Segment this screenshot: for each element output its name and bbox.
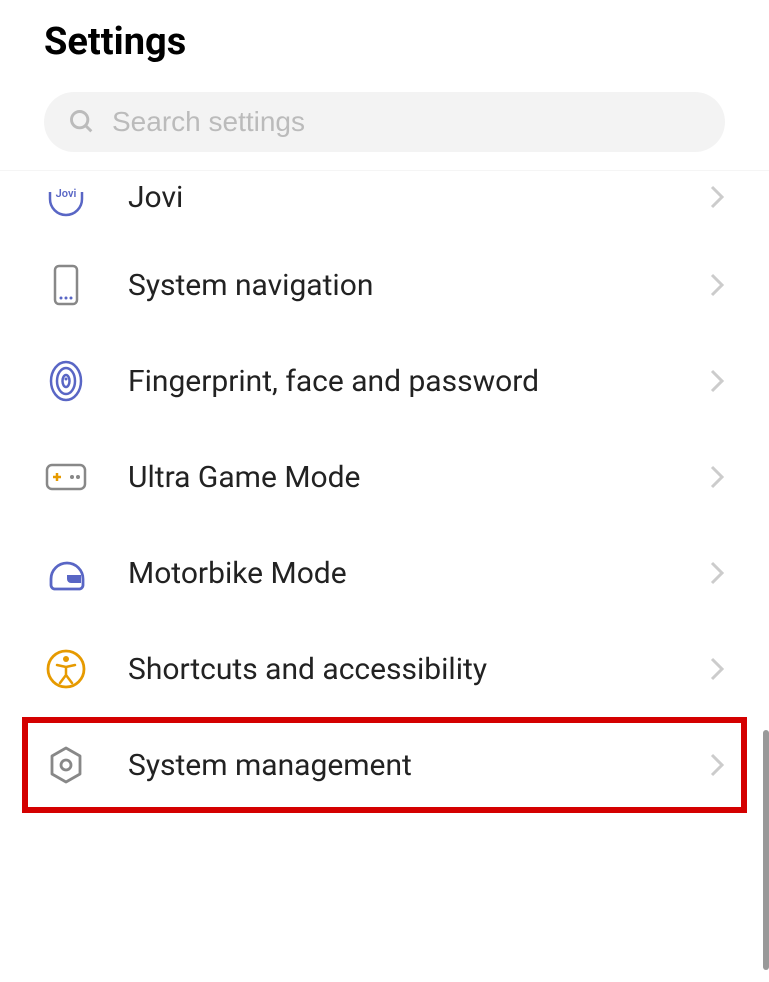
jovi-icon: Jovi (44, 175, 88, 219)
helmet-icon (44, 551, 88, 595)
item-label: System management (128, 748, 669, 783)
item-label: Jovi (128, 180, 669, 215)
item-label: Fingerprint, face and password (128, 364, 669, 399)
phone-icon (44, 263, 88, 307)
chevron-right-icon (709, 464, 725, 490)
item-label: Motorbike Mode (128, 556, 669, 591)
gamepad-icon (44, 455, 88, 499)
chevron-right-icon (709, 752, 725, 778)
item-label: System navigation (128, 268, 669, 303)
search-icon (68, 108, 96, 136)
settings-item-motorbike-mode[interactable]: Motorbike Mode (0, 525, 769, 621)
accessibility-icon (44, 647, 88, 691)
chevron-right-icon (709, 184, 725, 210)
settings-list: Jovi Jovi System navigation (0, 171, 769, 813)
svg-text:Jovi: Jovi (56, 187, 77, 200)
search-input[interactable] (112, 106, 701, 138)
item-label: Shortcuts and accessibility (128, 652, 669, 687)
search-box[interactable] (44, 92, 725, 152)
chevron-right-icon (709, 368, 725, 394)
fingerprint-icon (44, 359, 88, 403)
settings-item-fingerprint[interactable]: Fingerprint, face and password (0, 333, 769, 429)
chevron-right-icon (709, 272, 725, 298)
settings-item-jovi[interactable]: Jovi Jovi (0, 171, 769, 237)
chevron-right-icon (709, 656, 725, 682)
item-label: Ultra Game Mode (128, 460, 669, 495)
chevron-right-icon (709, 560, 725, 586)
header: Settings (0, 0, 769, 74)
settings-item-ultra-game-mode[interactable]: Ultra Game Mode (0, 429, 769, 525)
gear-icon (44, 743, 88, 787)
page-title: Settings (44, 20, 725, 64)
settings-item-system-management[interactable]: System management (22, 717, 747, 813)
settings-item-shortcuts[interactable]: Shortcuts and accessibility (0, 621, 769, 717)
scrollbar[interactable] (763, 730, 769, 970)
settings-item-system-navigation[interactable]: System navigation (0, 237, 769, 333)
search-container (0, 74, 769, 171)
